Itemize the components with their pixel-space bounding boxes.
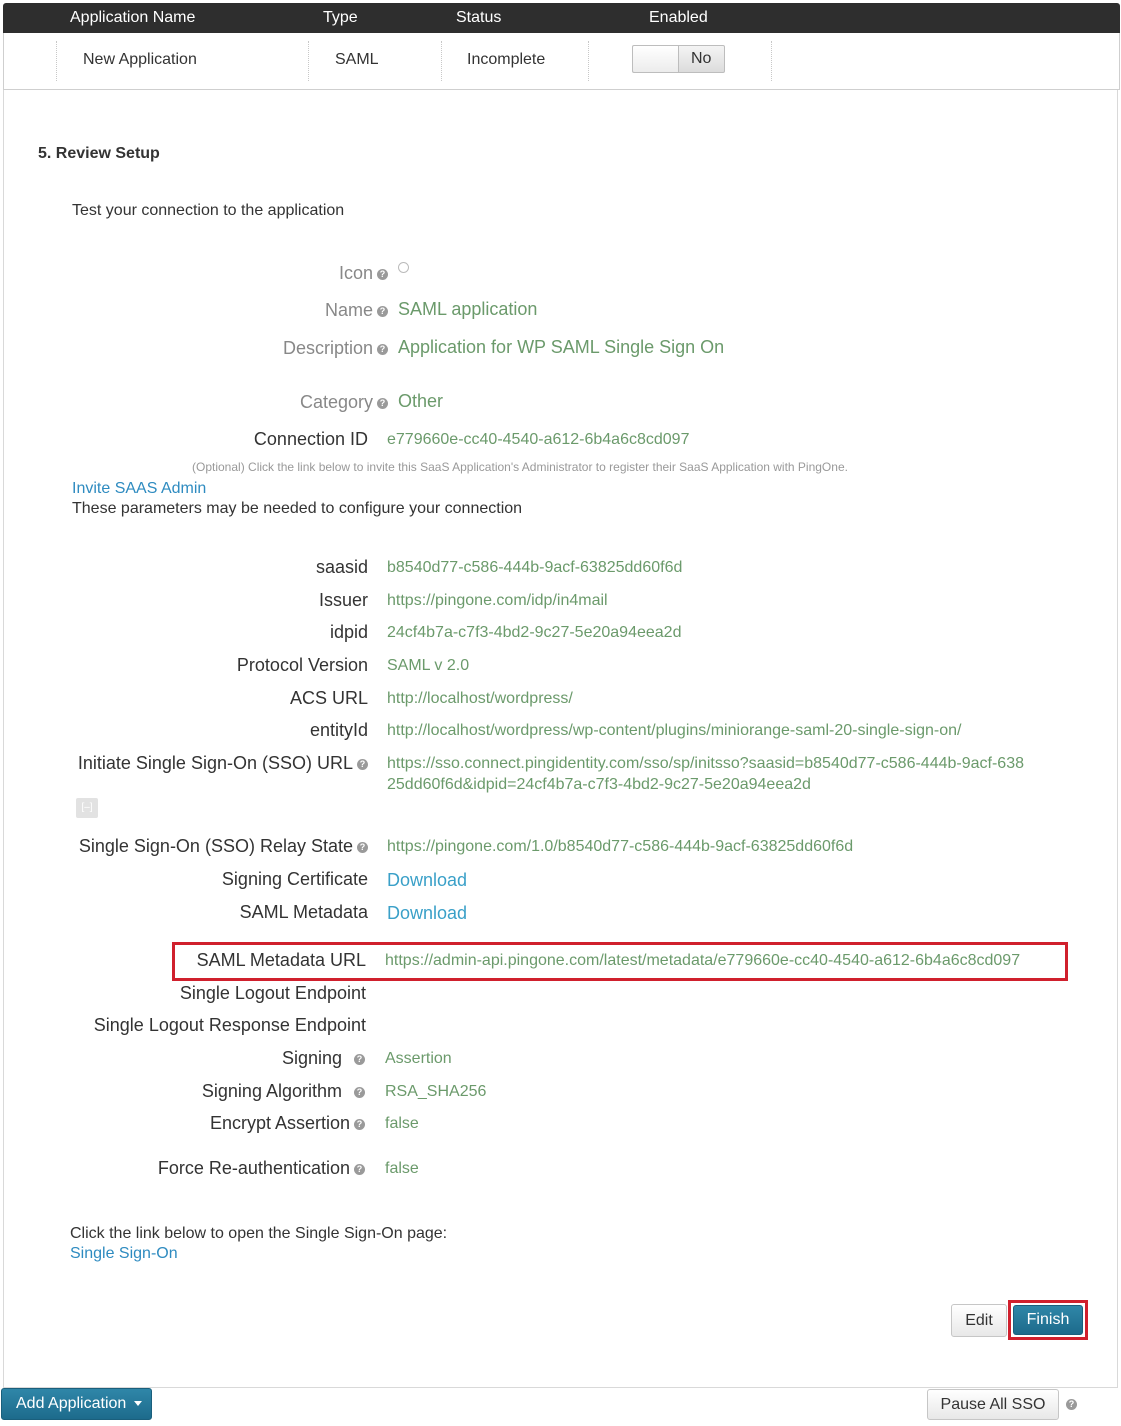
invite-saas-admin-link[interactable]: Invite SAAS Admin bbox=[72, 480, 206, 498]
help-icon[interactable]: ? bbox=[377, 305, 388, 317]
icon-label: Icon? bbox=[339, 263, 388, 284]
cell-divider bbox=[441, 41, 442, 81]
entity-id-label: entityId bbox=[309, 720, 368, 740]
single-sign-on-link[interactable]: Single Sign-On bbox=[70, 1245, 178, 1263]
help-icon[interactable]: ? bbox=[354, 1053, 365, 1065]
app-icon-placeholder-icon bbox=[398, 262, 409, 273]
acs-url-value: http://localhost/wordpress/ bbox=[387, 690, 573, 707]
signing-algorithm-value: RSA_SHA256 bbox=[385, 1083, 487, 1100]
saasid-value: b8540d77-c586-444b-9acf-63825dd60f6d bbox=[387, 559, 683, 576]
pause-all-sso-button[interactable]: Pause All SSO bbox=[927, 1389, 1059, 1420]
signing-certificate-label: Signing Certificate bbox=[221, 869, 368, 889]
idpid-value: 24cf4b7a-c7f3-4bd2-9c27-5e20a94eea2d bbox=[387, 624, 682, 641]
relay-state-label: Single Sign-On (SSO) Relay State? bbox=[79, 836, 368, 857]
add-application-button[interactable]: Add Application bbox=[1, 1388, 152, 1420]
name-label: Name? bbox=[325, 300, 388, 321]
help-icon[interactable]: ? bbox=[354, 1163, 365, 1175]
issuer-label: Issuer bbox=[318, 590, 368, 610]
finish-button[interactable]: Finish bbox=[1013, 1305, 1083, 1335]
sso-url-value-line2: 25dd60f6d&idpid=24cf4b7a-c7f3-4bd2-9c27-… bbox=[387, 776, 811, 793]
help-icon[interactable]: ? bbox=[377, 397, 388, 409]
table-row[interactable]: New Application SAML Incomplete No bbox=[3, 33, 1120, 90]
toggle-knob bbox=[633, 46, 679, 72]
saml-metadata-url-label: SAML Metadata URL bbox=[196, 950, 366, 970]
sso-page-intro: Click the link below to open the Single … bbox=[70, 1225, 448, 1242]
category-label: Category? bbox=[300, 392, 388, 413]
col-header-type[interactable]: Type bbox=[323, 9, 358, 27]
description-value: Application for WP SAML Single Sign On bbox=[398, 337, 725, 357]
invite-note: (Optional) Click the link below to invit… bbox=[192, 460, 848, 474]
step-title: 5. Review Setup bbox=[38, 145, 160, 162]
protocol-version-value: SAML v 2.0 bbox=[387, 657, 470, 674]
saasid-label: saasid bbox=[315, 557, 368, 577]
help-icon[interactable]: ? bbox=[354, 1086, 365, 1098]
encrypt-assertion-label: Encrypt Assertion? bbox=[210, 1113, 365, 1134]
app-status-cell: Incomplete bbox=[467, 51, 546, 68]
app-type-cell: SAML bbox=[335, 51, 379, 68]
acs-url-label: ACS URL bbox=[289, 688, 368, 708]
saml-metadata-url-value[interactable]: https://admin-api.pingone.com/latest/met… bbox=[385, 952, 1020, 970]
edit-button[interactable]: Edit bbox=[951, 1304, 1007, 1337]
caret-down-icon bbox=[133, 1401, 142, 1407]
protocol-version-label: Protocol Version bbox=[236, 655, 368, 675]
step-intro: Test your connection to the application bbox=[72, 202, 345, 219]
table-header: Application Name Type Status Enabled bbox=[3, 3, 1120, 33]
signing-label: Signing? bbox=[282, 1048, 365, 1069]
force-reauthentication-value: false bbox=[385, 1160, 419, 1177]
category-value: Other bbox=[398, 391, 444, 411]
description-label: Description? bbox=[283, 338, 388, 359]
single-logout-response-endpoint-label: Single Logout Response Endpoint bbox=[93, 1015, 366, 1035]
signing-algorithm-label: Signing Algorithm? bbox=[202, 1081, 365, 1102]
single-logout-endpoint-label: Single Logout Endpoint bbox=[179, 983, 366, 1003]
idpid-label: idpid bbox=[329, 622, 368, 642]
enabled-toggle[interactable]: No bbox=[632, 45, 725, 73]
cell-divider bbox=[56, 41, 57, 81]
force-reauthentication-label: Force Re-authentication? bbox=[158, 1158, 365, 1179]
help-icon[interactable]: ? bbox=[357, 841, 368, 853]
cell-divider bbox=[771, 41, 772, 81]
col-header-enabled[interactable]: Enabled bbox=[649, 9, 708, 27]
signing-certificate-download-link[interactable]: Download bbox=[387, 870, 467, 891]
help-icon[interactable]: ? bbox=[377, 268, 388, 280]
collapse-toggle-icon[interactable]: [–] bbox=[76, 798, 98, 818]
app-name-cell: New Application bbox=[83, 51, 197, 68]
params-intro: These parameters may be needed to config… bbox=[72, 500, 523, 517]
connection-id-value: e779660e-cc40-4540-a612-6b4a6c8cd097 bbox=[387, 431, 690, 448]
saml-metadata-download-link[interactable]: Download bbox=[387, 903, 467, 924]
relay-state-value: https://pingone.com/1.0/b8540d77-c586-44… bbox=[387, 838, 854, 855]
col-header-status[interactable]: Status bbox=[456, 9, 501, 27]
entity-id-value: http://localhost/wordpress/wp-content/pl… bbox=[387, 722, 962, 739]
issuer-value: https://pingone.com/idp/in4mail bbox=[387, 592, 608, 609]
cell-divider bbox=[308, 41, 309, 81]
help-icon[interactable]: ? bbox=[357, 758, 368, 770]
add-application-label: Add Application bbox=[16, 1395, 127, 1412]
cell-divider bbox=[588, 41, 589, 81]
encrypt-assertion-value: false bbox=[385, 1115, 419, 1132]
name-value: SAML application bbox=[398, 299, 538, 319]
help-icon[interactable]: ? bbox=[377, 343, 388, 355]
help-icon[interactable]: ? bbox=[354, 1118, 365, 1130]
col-header-application-name[interactable]: Application Name bbox=[70, 9, 195, 27]
toggle-label: No bbox=[691, 50, 712, 67]
signing-value: Assertion bbox=[385, 1050, 452, 1067]
connection-id-label: Connection ID bbox=[253, 429, 368, 449]
sso-url-value-line1: https://sso.connect.pingidentity.com/sso… bbox=[387, 755, 1024, 772]
sso-url-label: Initiate Single Sign-On (SSO) URL? bbox=[78, 753, 368, 774]
help-icon[interactable]: ? bbox=[1066, 1399, 1077, 1410]
saml-metadata-label: SAML Metadata bbox=[239, 902, 368, 922]
